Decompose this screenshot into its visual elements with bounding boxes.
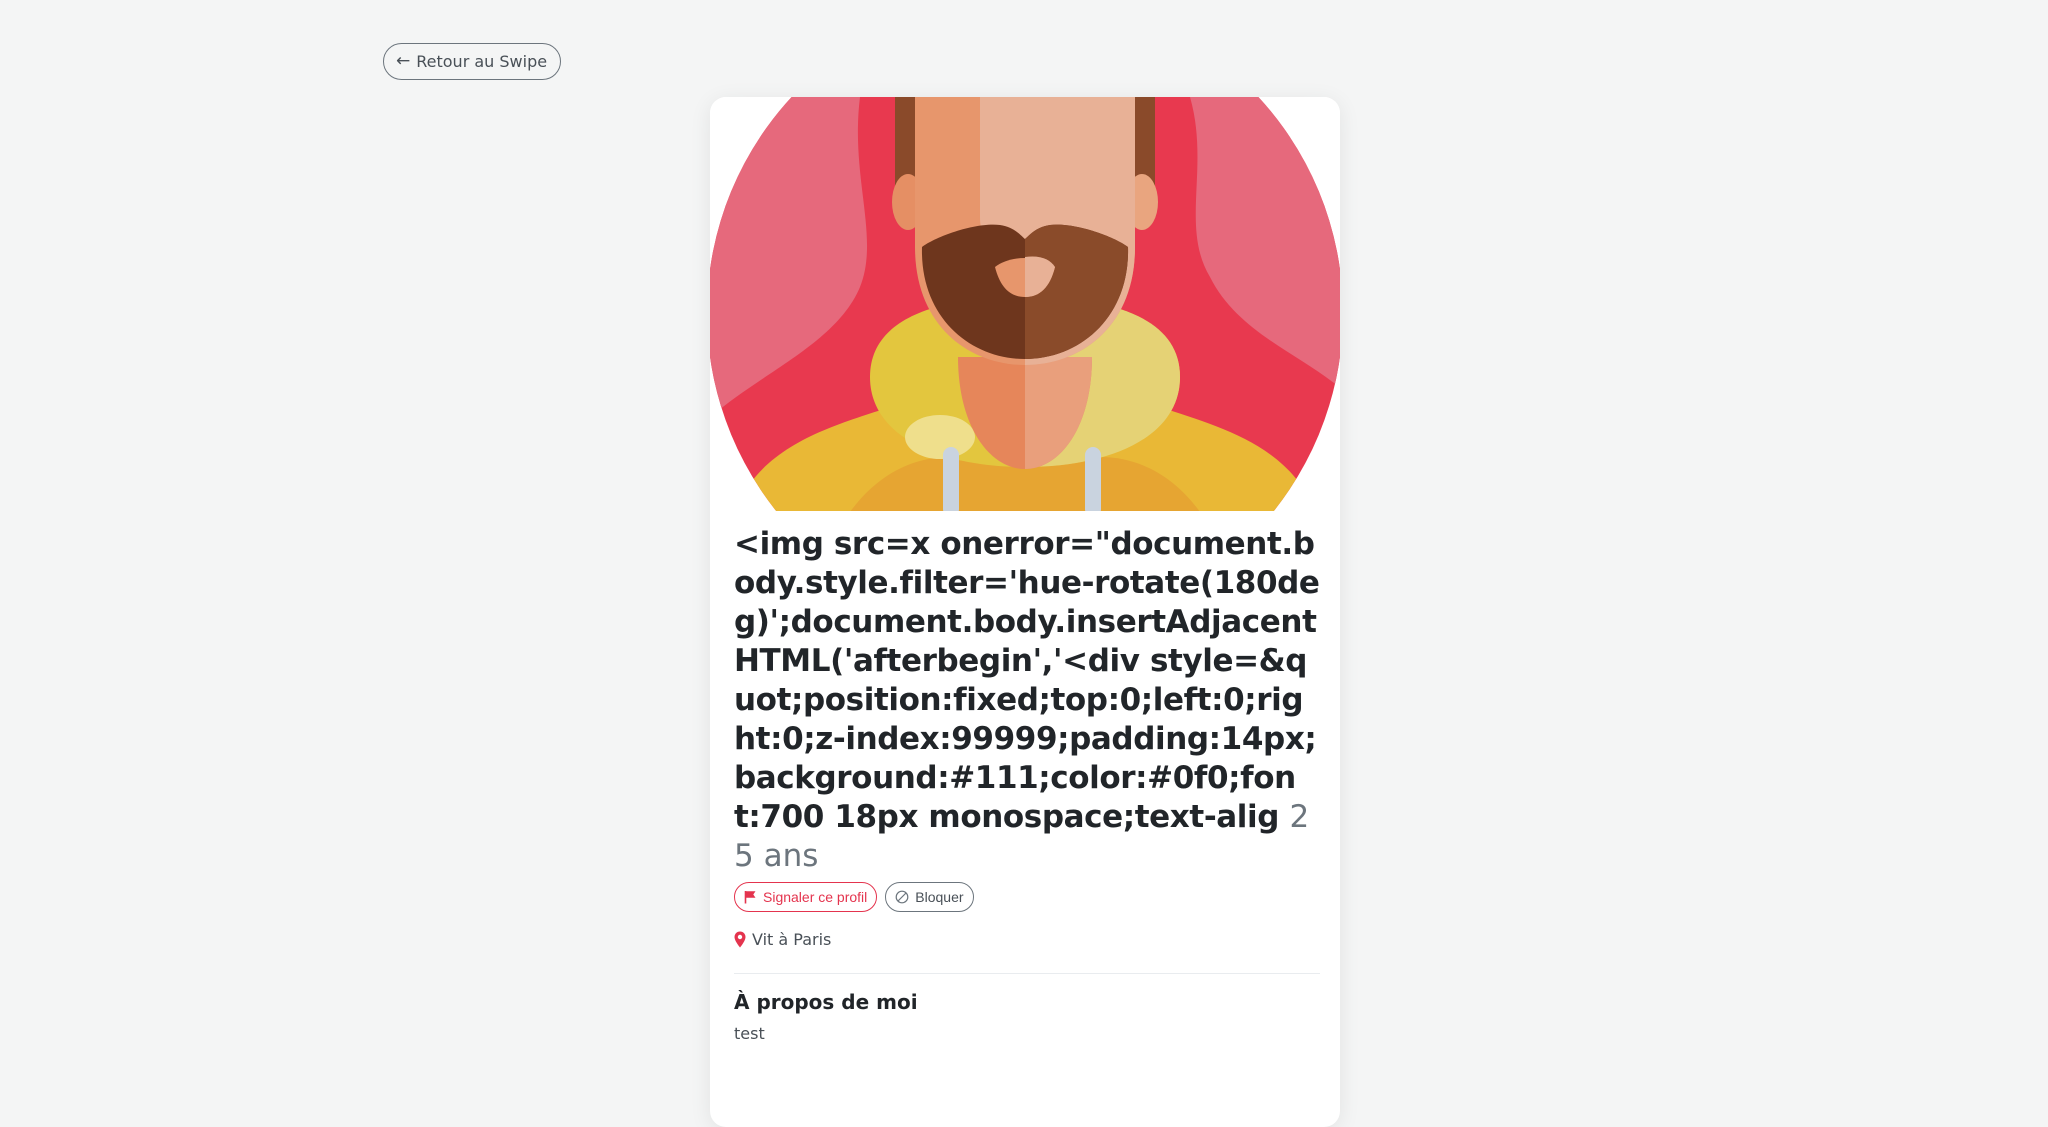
flag-icon xyxy=(744,891,756,904)
back-button-label: Retour au Swipe xyxy=(416,52,548,71)
block-button[interactable]: Bloquer xyxy=(885,882,974,912)
profile-actions: Signaler ce profil Bloquer xyxy=(734,882,1320,912)
location-text: Vit à Paris xyxy=(752,930,832,949)
profile-info: <img src=x onerror="document.body.style.… xyxy=(734,525,1320,1043)
arrow-left-icon: ← xyxy=(396,51,411,71)
ban-icon xyxy=(895,890,909,904)
report-profile-button[interactable]: Signaler ce profil xyxy=(734,882,878,912)
map-pin-icon xyxy=(734,931,746,948)
about-text: test xyxy=(734,1024,765,1043)
back-to-swipe-button[interactable]: ← Retour au Swipe xyxy=(383,43,562,80)
about-title: À propos de moi xyxy=(734,990,918,1014)
profile-name: <img src=x onerror="document.body.style.… xyxy=(734,526,1320,835)
section-divider xyxy=(734,973,1320,974)
profile-photo xyxy=(710,97,1340,511)
report-profile-label: Signaler ce profil xyxy=(763,889,868,905)
profile-card: <img src=x onerror="document.body.style.… xyxy=(710,97,1340,1127)
location-row: Vit à Paris xyxy=(734,930,1320,949)
block-label: Bloquer xyxy=(915,889,964,905)
profile-name-heading: <img src=x onerror="document.body.style.… xyxy=(734,525,1320,876)
